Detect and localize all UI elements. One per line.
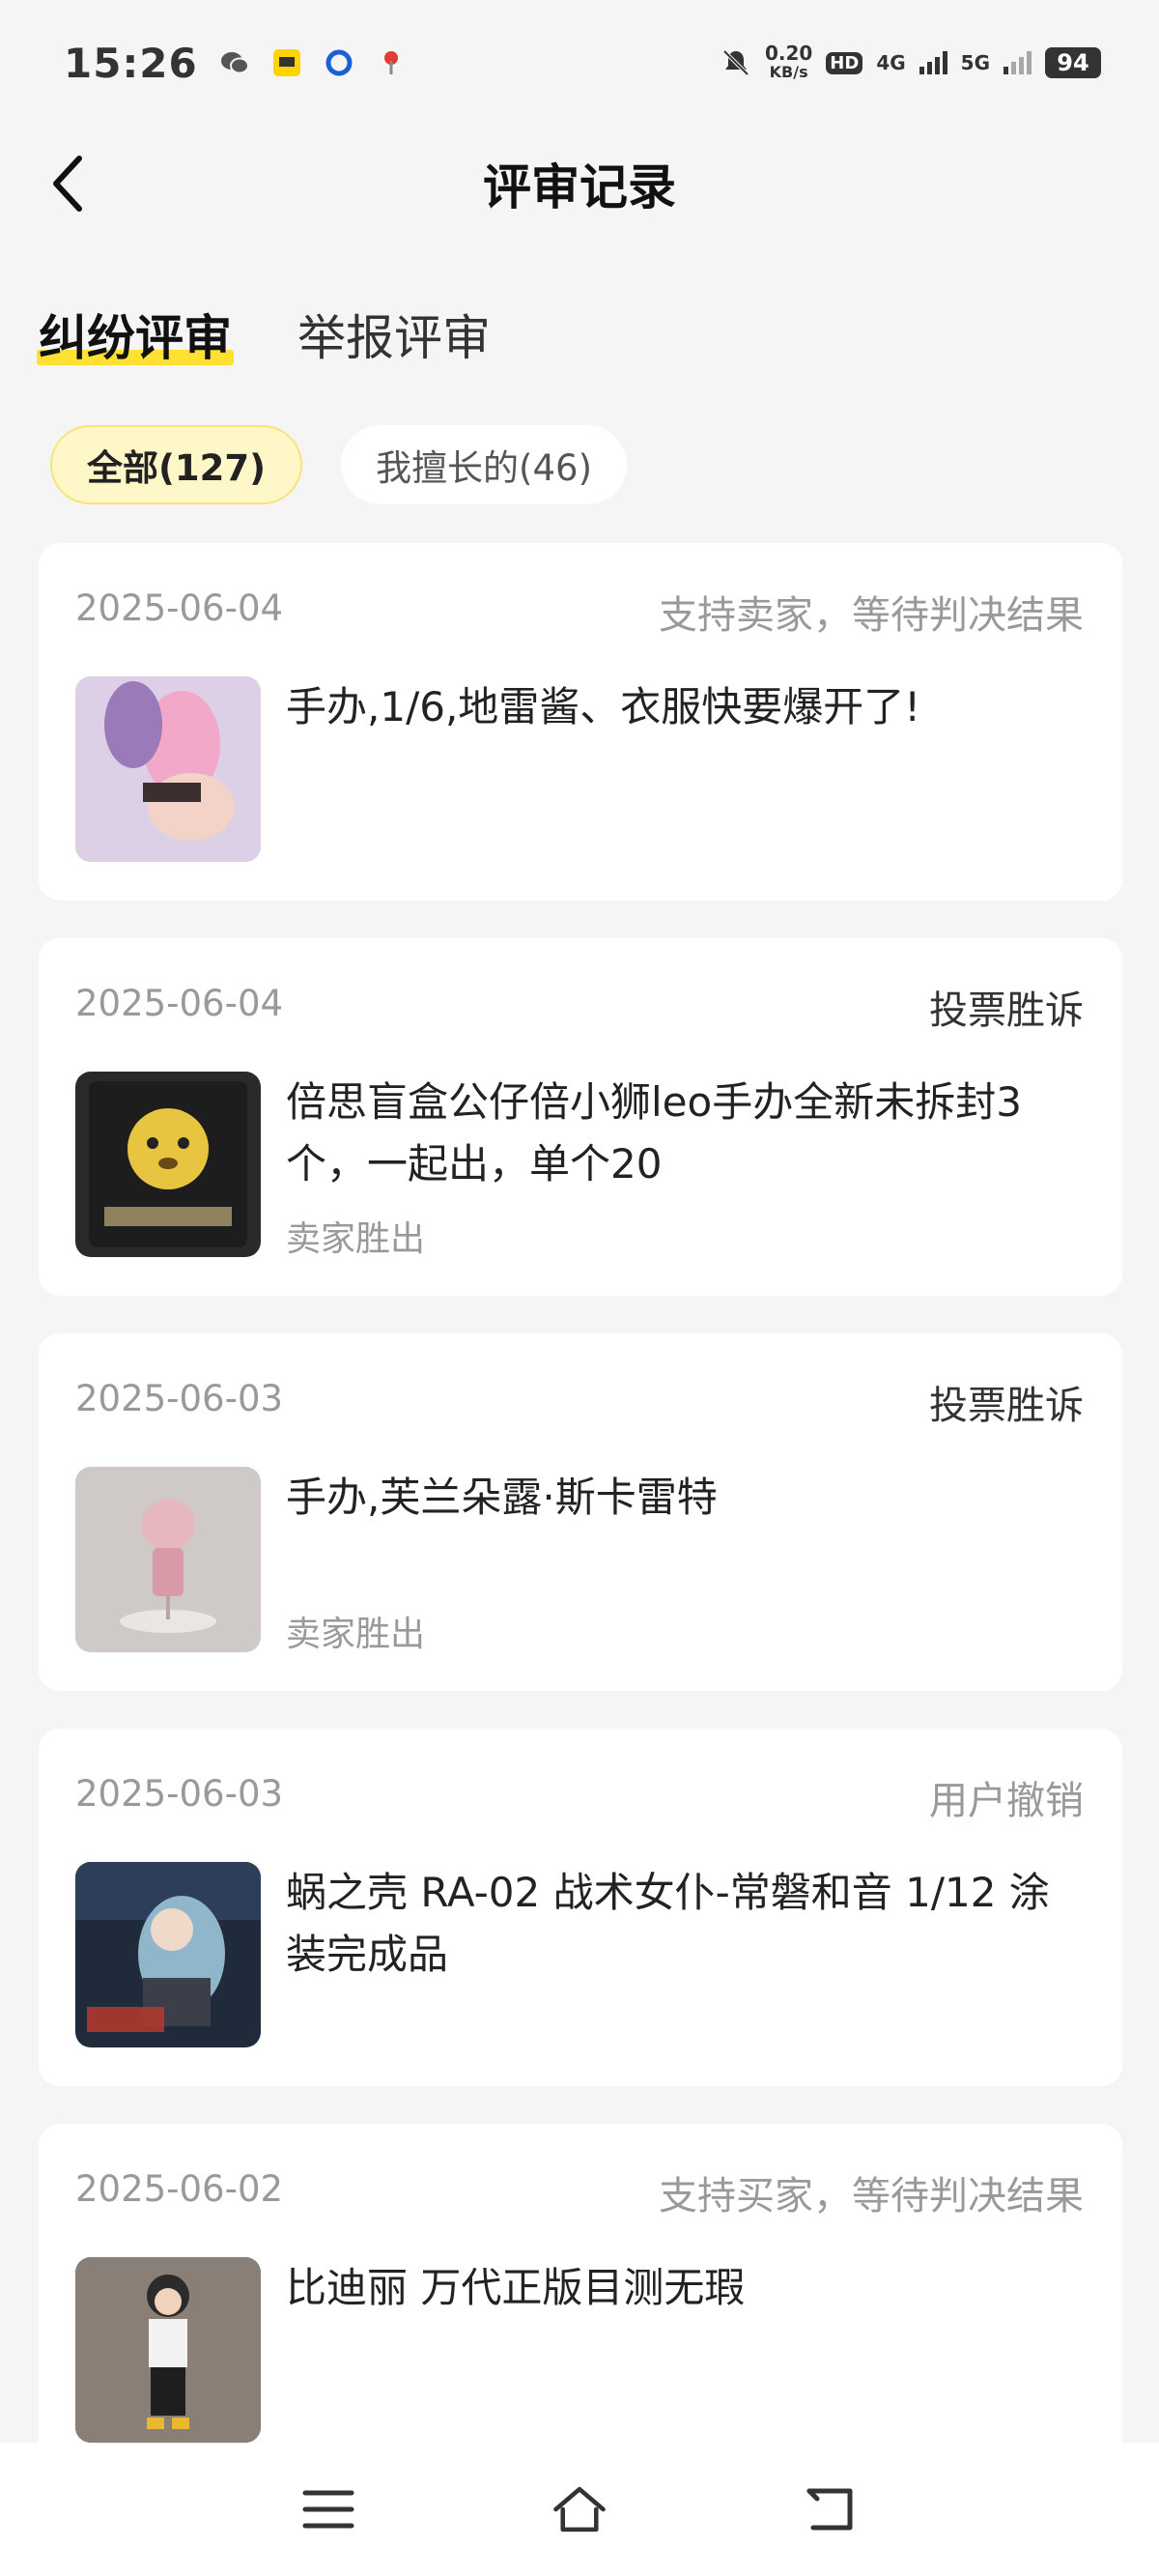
record-date: 2025-06-03 — [75, 1773, 284, 1815]
record-card[interactable]: 2025-06-04 支持卖家，等待判决结果 手办,1/6,地雷酱、衣服快要爆开… — [39, 543, 1122, 901]
status-time: 15:26 — [64, 39, 198, 87]
record-title: 比迪丽 万代正版目测无瑕 — [286, 2264, 746, 2311]
record-status: 支持买家，等待判决结果 — [659, 2174, 1084, 2218]
record-title: 手办,1/6,地雷酱、衣服快要爆开了! — [286, 683, 921, 730]
home-icon — [553, 2486, 606, 2533]
record-card[interactable]: 2025-06-03 用户撤销 蜗之壳 RA-02 战术女仆-常磐和音 1/12… — [39, 1729, 1122, 2086]
product-thumbnail — [75, 1862, 261, 2047]
record-status: 支持卖家，等待判决结果 — [659, 593, 1084, 638]
product-thumbnail — [75, 676, 261, 862]
home-button[interactable] — [551, 2480, 608, 2538]
record-date: 2025-06-02 — [75, 2168, 284, 2210]
circle-app-icon — [325, 49, 353, 76]
product-thumbnail — [75, 1072, 261, 1257]
record-card[interactable]: 2025-06-04 投票胜诉 倍思盲盒公仔倍小狮leo手办全新未拆封3个，一起… — [39, 938, 1122, 1296]
record-title: 倍思盲盒公仔倍小狮leo手办全新未拆封3个，一起出，单个20 — [286, 1078, 1022, 1188]
menu-button[interactable] — [299, 2480, 357, 2538]
filter-chips: 全部(127) 我擅长的(46) — [50, 425, 628, 504]
tab-report-review[interactable]: 举报评审 — [297, 300, 491, 369]
net-speed: 0.20 KB/s — [764, 42, 813, 81]
filter-chip-expertise[interactable]: 我擅长的(46) — [341, 425, 628, 504]
mute-icon — [722, 49, 749, 76]
page-title: 评审记录 — [483, 159, 676, 215]
chevron-left-icon — [53, 156, 82, 212]
signal-4g: 4G — [876, 51, 906, 74]
record-card[interactable]: 2025-06-03 投票胜诉 手办,芙兰朵露·斯卡雷特 卖家胜出 — [39, 1333, 1122, 1691]
wechat-icon — [220, 52, 249, 74]
product-thumbnail — [75, 1467, 261, 1652]
system-nav-bar — [0, 2443, 1159, 2576]
battery-indicator: 94 — [1045, 47, 1101, 78]
record-result: 卖家胜出 — [286, 1615, 426, 1654]
header: 评审记录 — [0, 126, 1159, 242]
signal-5g: 5G — [960, 51, 990, 74]
hd-badge: HD — [826, 51, 863, 74]
record-date: 2025-06-03 — [75, 1378, 284, 1419]
record-date: 2025-06-04 — [75, 983, 284, 1024]
review-type-tabs: 纠纷评审 举报评审 — [37, 300, 491, 369]
product-thumbnail — [75, 2257, 261, 2443]
record-status: 投票胜诉 — [929, 1384, 1084, 1428]
signal-bars-icon — [919, 51, 947, 74]
menu-icon — [302, 2490, 354, 2529]
review-record-list: 2025-06-04 支持卖家，等待判决结果 手办,1/6,地雷酱、衣服快要爆开… — [39, 543, 1122, 2519]
filter-chip-all[interactable]: 全部(127) — [50, 425, 303, 504]
record-result: 卖家胜出 — [286, 1219, 426, 1259]
status-bar: 15:26 0.20 KB/s HD 4G 5G 94 — [0, 0, 1159, 126]
location-icon — [383, 51, 398, 74]
back-button[interactable] — [48, 153, 106, 215]
record-card[interactable]: 2025-06-02 支持买家，等待判决结果 比迪丽 万代正版目测无瑕 — [39, 2124, 1122, 2481]
record-title: 蜗之壳 RA-02 战术女仆-常磐和音 1/12 涂装完成品 — [286, 1869, 1050, 1978]
record-status: 投票胜诉 — [929, 988, 1084, 1033]
signal-bars-icon — [1004, 51, 1032, 74]
tab-dispute-review[interactable]: 纠纷评审 — [37, 300, 234, 369]
record-date: 2025-06-04 — [75, 587, 284, 629]
back-nav-button[interactable] — [802, 2480, 860, 2538]
record-title: 手办,芙兰朵露·斯卡雷特 — [286, 1474, 718, 1521]
record-status: 用户撤销 — [929, 1779, 1084, 1823]
app-icon — [272, 49, 300, 76]
return-icon — [806, 2488, 853, 2531]
